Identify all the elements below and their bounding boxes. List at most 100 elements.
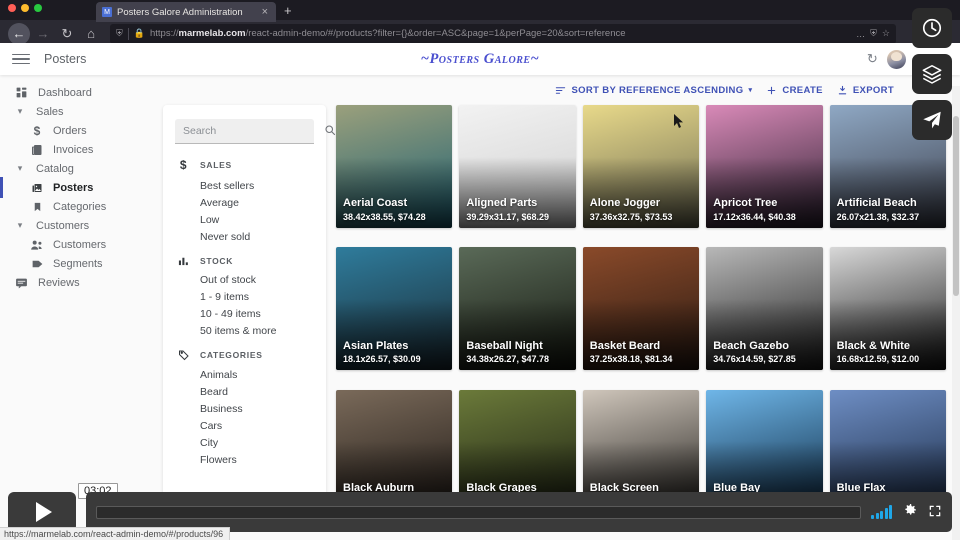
avatar[interactable] [886, 49, 906, 69]
product-card[interactable]: Aerial Coast 38.42x38.55, $74.28 [336, 105, 453, 228]
product-dimensions-price: 18.1x26.57, $30.09 [343, 354, 421, 365]
product-grid: Aerial Coast 38.42x38.55, $74.28 Aligned P… [336, 105, 946, 525]
filter-item-cars[interactable]: Cars [163, 417, 326, 434]
filter-group-header[interactable]: STOCK [163, 255, 326, 271]
filter-item-1-9-items[interactable]: 1 - 9 items [163, 288, 326, 305]
product-meta: Asian Plates 18.1x26.57, $30.09 [343, 340, 446, 365]
product-name: Baseball Night [466, 339, 543, 352]
filter-item-low[interactable]: Low [163, 211, 326, 228]
menu-toggle-icon[interactable] [12, 53, 30, 65]
divider [127, 27, 129, 40]
page-actions-icon[interactable]: … [856, 29, 865, 39]
bar-chart-icon [177, 255, 190, 266]
minimize-window-button[interactable] [21, 4, 29, 12]
export-button[interactable]: EXPORT [837, 85, 894, 96]
tab-close-icon[interactable]: × [260, 6, 270, 18]
filter-group-title: STOCK [200, 255, 234, 266]
close-window-button[interactable] [8, 4, 16, 12]
filter-item-flowers[interactable]: Flowers [163, 451, 326, 468]
sidebar-item-customers[interactable]: Customers [0, 235, 160, 254]
page-scrollbar[interactable] [952, 86, 960, 540]
url-text: https://marmelab.com/react-admin-demo/#/… [150, 28, 851, 39]
product-meta: Alone Jogger 37.36x32.75, $73.53 [590, 197, 693, 222]
filter-item-out-of-stock[interactable]: Out of stock [163, 271, 326, 288]
product-meta: Beach Gazebo 34.76x14.59, $27.85 [713, 340, 816, 365]
filter-item-10-49-items[interactable]: 10 - 49 items [163, 305, 326, 322]
filter-item-beard[interactable]: Beard [163, 383, 326, 400]
product-dimensions-price: 16.68x12.59, $12.00 [836, 354, 920, 365]
product-card[interactable]: Basket Beard 37.25x38.18, $81.34 [582, 247, 700, 371]
new-tab-button[interactable]: + [276, 0, 300, 20]
filter-item-business[interactable]: Business [163, 400, 326, 417]
filter-group-header[interactable]: $ SALES [163, 158, 326, 177]
browser-tab[interactable]: M Posters Galore Administration × [96, 2, 276, 22]
filter-item-50-items-more[interactable]: 50 items & more [163, 322, 326, 339]
tag-icon [177, 349, 190, 361]
filter-item-average[interactable]: Average [163, 194, 326, 211]
send-icon[interactable] [912, 100, 952, 140]
video-scrubber[interactable] [96, 505, 861, 519]
tab-bar: M Posters Galore Administration × + [0, 0, 960, 22]
sidebar-item-label: Invoices [53, 143, 94, 156]
content-area: SORT BY REFERENCE ASCENDING ▾ CREATE EXP… [160, 75, 960, 540]
bookmark-star-icon[interactable]: ☆ [882, 28, 890, 39]
create-button-label: CREATE [782, 84, 823, 96]
product-name: Aerial Coast [343, 197, 408, 210]
list-layout: $ SALES Best sellers Average Low Never s… [160, 105, 946, 525]
sidebar-item-segments[interactable]: Segments [0, 254, 160, 273]
gear-icon[interactable] [902, 502, 918, 522]
maximize-window-button[interactable] [34, 4, 42, 12]
back-button[interactable]: ← [8, 22, 30, 45]
product-card[interactable]: Beach Gazebo 34.76x14.59, $27.85 [706, 247, 823, 371]
layers-icon[interactable] [912, 54, 952, 94]
sidebar-group-label: Catalog [36, 162, 74, 175]
dashboard-icon [14, 86, 28, 100]
filter-group-title: SALES [200, 160, 232, 170]
filter-group-header[interactable]: CATEGORIES [163, 349, 326, 366]
filter-item-city[interactable]: City [163, 434, 326, 451]
sidebar-item-invoices[interactable]: Invoices [0, 140, 160, 159]
scrollbar-thumb[interactable] [953, 116, 959, 296]
pocket-icon[interactable]: ⛨ [870, 28, 877, 39]
product-dimensions-price: 34.38x26.27, $47.78 [466, 354, 549, 365]
product-card[interactable]: Aligned Parts 39.29x31.17, $68.29 [459, 105, 576, 228]
sidebar-item-categories[interactable]: Categories [0, 197, 160, 216]
product-card[interactable]: Black & White 16.68x12.59, $12.00 [829, 247, 946, 371]
sidebar-item-reviews[interactable]: Reviews [0, 273, 160, 292]
sidebar-group-customers[interactable]: ▾ Customers [0, 216, 160, 235]
product-name: Artificial Beach [836, 197, 917, 210]
filter-panel: $ SALES Best sellers Average Low Never s… [163, 105, 336, 525]
forward-button[interactable]: → [32, 23, 54, 45]
product-meta: Aligned Parts 39.29x31.17, $68.29 [466, 197, 569, 222]
sidebar-item-label: Posters [53, 181, 94, 194]
sidebar-group-sales[interactable]: ▾ Sales [0, 102, 160, 121]
filter-item-animals[interactable]: Animals [163, 366, 326, 383]
sidebar-item-orders[interactable]: $ Orders [0, 121, 160, 140]
filter-item-never-sold[interactable]: Never sold [163, 228, 326, 245]
refresh-icon[interactable]: ↻ [867, 51, 878, 67]
filter-item-best-sellers[interactable]: Best sellers [163, 177, 326, 194]
product-card[interactable]: Asian Plates 18.1x26.57, $30.09 [336, 247, 453, 371]
home-button[interactable]: ⌂ [80, 23, 102, 45]
clock-icon[interactable] [912, 8, 952, 48]
address-bar[interactable]: ⛨ 🔒 https://marmelab.com/react-admin-dem… [110, 23, 896, 44]
product-dimensions-price: 34.76x14.59, $27.85 [713, 354, 796, 365]
play-icon [35, 502, 52, 522]
sort-button[interactable]: SORT BY REFERENCE ASCENDING ▾ [555, 85, 752, 96]
sidebar-item-posters[interactable]: Posters [0, 177, 160, 198]
fullscreen-icon[interactable] [928, 504, 942, 520]
sidebar-group-catalog[interactable]: ▾ Catalog [0, 159, 160, 178]
search-input[interactable] [183, 125, 318, 137]
product-dimensions-price: 37.36x32.75, $73.53 [589, 212, 673, 222]
volume-icon[interactable] [871, 505, 892, 519]
product-card[interactable]: Apricot Tree 17.12x36.44, $40.38 [706, 105, 823, 228]
sidebar-item-dashboard[interactable]: Dashboard [0, 83, 160, 102]
search-field[interactable] [175, 119, 336, 144]
play-button[interactable] [8, 492, 76, 532]
shield-icon[interactable]: ⛨ [116, 28, 123, 39]
reload-button[interactable]: ↻ [56, 23, 78, 45]
product-card[interactable]: Baseball Night 34.38x26.27, $47.78 [459, 247, 576, 371]
create-button[interactable]: CREATE [766, 85, 822, 96]
search-icon[interactable] [324, 124, 336, 139]
product-name: Asian Plates [343, 339, 409, 352]
